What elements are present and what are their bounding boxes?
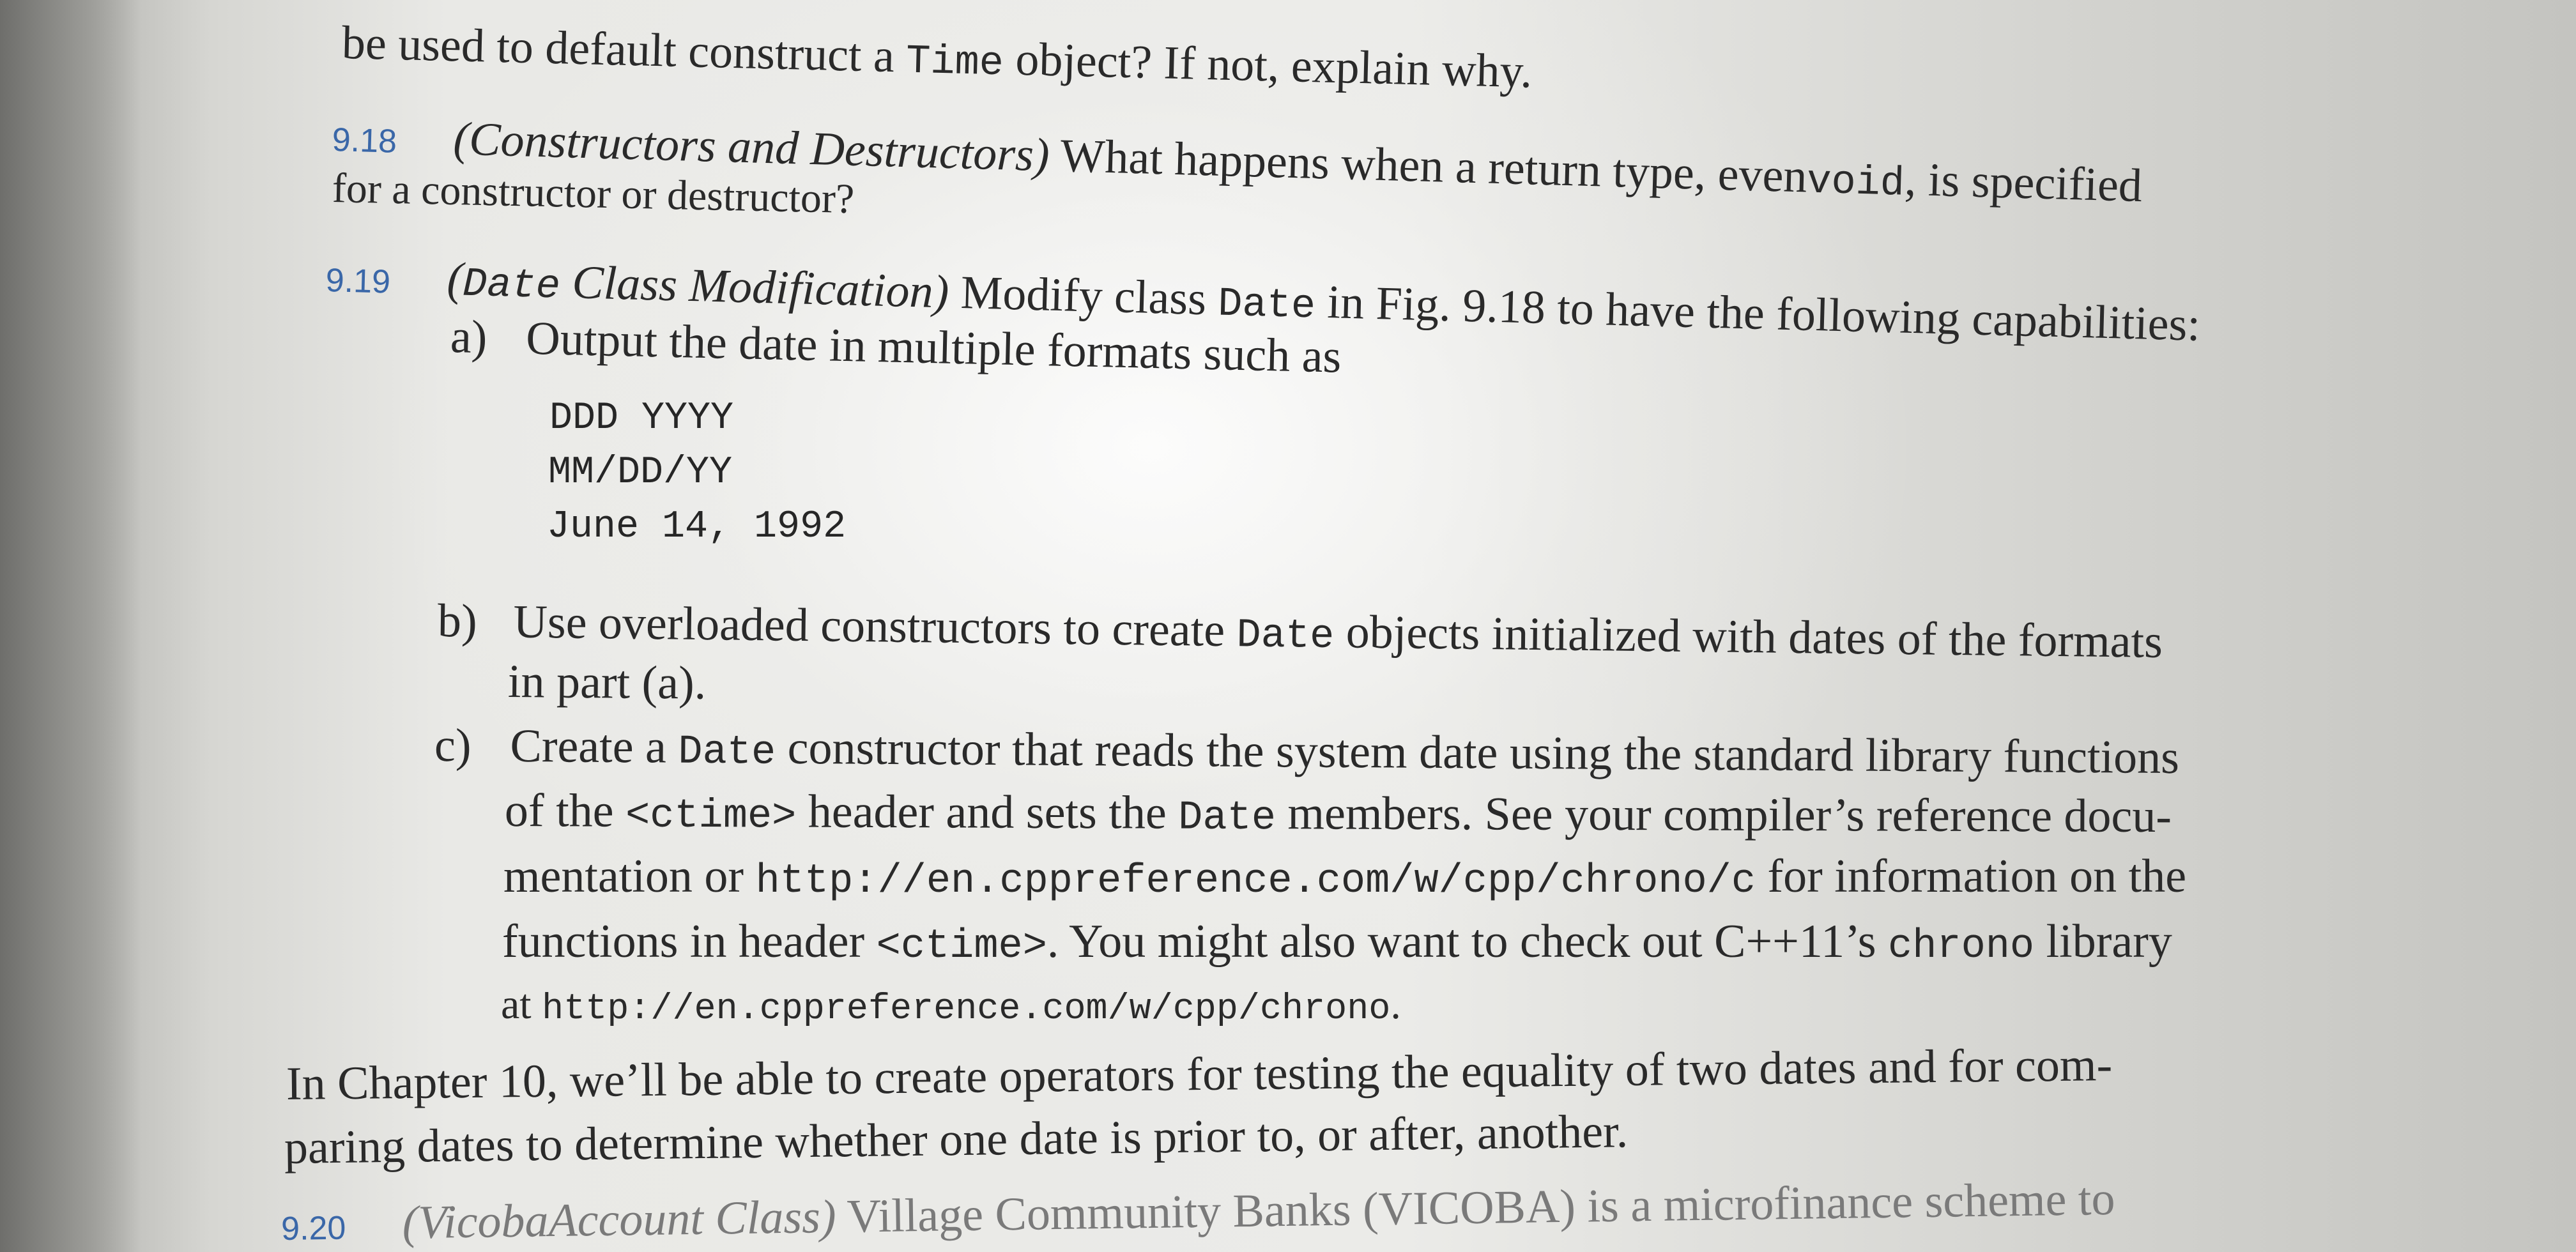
exercise-number: 9.20 bbox=[280, 1209, 346, 1248]
item-c-line-4: functions in header <ctime>. You might a… bbox=[502, 915, 2172, 970]
item-c: c) Create a Date constructor that reads … bbox=[434, 719, 2180, 784]
format-example-2: MM/DD/YY bbox=[548, 451, 733, 494]
format-example-3: June 14, 1992 bbox=[547, 505, 847, 549]
item-c-line-5: at http://en.cppreference.com/w/cpp/chro… bbox=[501, 981, 1401, 1030]
item-c-line-2: of the <ctime> header and sets the Date … bbox=[504, 784, 2172, 843]
item-letter: b) bbox=[437, 595, 478, 648]
book-spine-shadow bbox=[0, 0, 141, 1252]
item-b-line-2: in part (a). bbox=[507, 655, 707, 710]
item-c-line-3: mentation or http://en.cppreference.com/… bbox=[503, 850, 2187, 905]
format-example-1: DDD YYYY bbox=[549, 397, 734, 440]
exercise-9-18-line-2: for a constructor or destructor? bbox=[332, 165, 855, 223]
exercise-title: (VicobaAccount Class) bbox=[402, 1190, 837, 1249]
item-letter: c) bbox=[434, 719, 471, 772]
item-letter: a) bbox=[450, 310, 488, 364]
exercise-number: 9.18 bbox=[332, 121, 397, 160]
exercise-number: 9.19 bbox=[325, 262, 391, 301]
